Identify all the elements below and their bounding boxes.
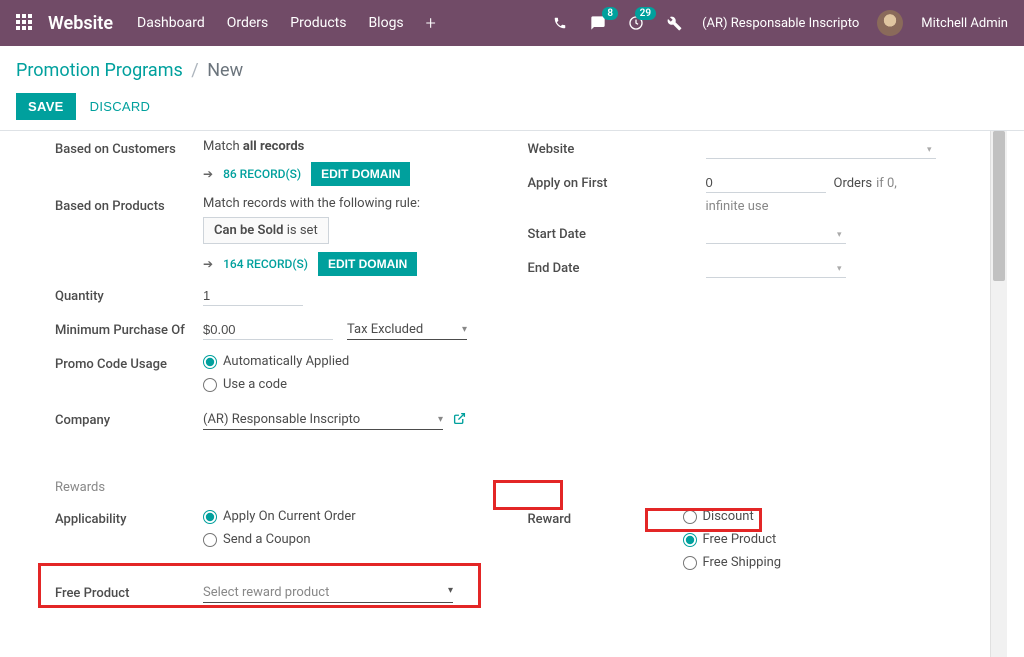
edit-domain-products-button[interactable]: EDIT DOMAIN [318,252,417,276]
section-title-rewards: Rewards [55,480,960,495]
nav-right: 8 29 (AR) Responsable Inscripto Mitchell… [550,10,1008,36]
save-button[interactable]: SAVE [16,93,76,120]
form-col-right: Website ▾ Apply on First Orders if 0, in… [528,139,961,444]
scrollbar[interactable] [990,131,1007,657]
radio-free-product[interactable] [683,533,697,547]
breadcrumb-parent[interactable]: Promotion Programs [16,60,183,81]
label-auto-applied: Automatically Applied [223,354,349,369]
apps-menu-icon[interactable] [16,14,34,32]
website-select[interactable]: ▾ [706,139,936,159]
avatar[interactable] [877,10,903,36]
tax-mode-select[interactable]: Tax Excluded▾ [347,320,467,340]
label-discount: Discount [703,509,754,524]
breadcrumb: Promotion Programs / New [16,60,1008,81]
value-based-customers: Match all records [203,139,488,154]
control-panel: Promotion Programs / New SAVE DISCARD [0,46,1024,131]
label-reward: Reward [528,509,683,527]
label-free-shipping: Free Shipping [703,555,782,570]
edit-domain-customers-button[interactable]: EDIT DOMAIN [311,162,410,186]
label-free-product: Free Product [55,583,203,601]
breadcrumb-current: New [207,60,243,81]
radio-use-code[interactable] [203,378,217,392]
label-min-purchase: Minimum Purchase Of [55,320,203,338]
label-send-coupon: Send a Coupon [223,532,311,547]
value-based-products: Match records with the following rule: [203,196,488,211]
nav-products[interactable]: Products [290,15,346,31]
label-start-date: Start Date [528,224,706,242]
form-col-left: Based on Customers Match all records ➔ 8… [55,139,488,444]
radio-free-shipping[interactable] [683,556,697,570]
apply-first-input[interactable] [706,173,826,193]
customers-record-count[interactable]: 86 RECORD(S) [223,167,301,181]
label-end-date: End Date [528,258,706,276]
breadcrumb-separator: / [191,60,198,81]
label-based-products: Based on Products [55,196,203,214]
activity-icon[interactable]: 29 [626,13,646,33]
label-promo-code: Promo Code Usage [55,354,203,372]
user-menu[interactable]: Mitchell Admin [921,16,1008,31]
label-free-product-option: Free Product [703,532,777,547]
radio-apply-current[interactable] [203,510,217,524]
apply-first-help2: infinite use [706,199,961,214]
nav-new-icon[interactable]: + [426,13,436,34]
label-website: Website [528,139,706,157]
start-date-input[interactable]: ▾ [706,224,846,244]
chat-badge: 8 [602,7,618,20]
quantity-input[interactable] [203,286,303,306]
company-select[interactable]: (AR) Responsable Inscripto▾ [203,410,443,430]
label-use-code: Use a code [223,377,287,392]
chat-icon[interactable]: 8 [588,13,608,33]
apply-first-suffix: Orders [834,176,873,191]
label-apply-current: Apply On Current Order [223,509,356,524]
products-record-count[interactable]: 164 RECORD(S) [223,257,308,271]
radio-send-coupon[interactable] [203,533,217,547]
form-sheet: Based on Customers Match all records ➔ 8… [0,131,990,657]
arrow-right-icon: ➔ [203,167,213,181]
nav-links: Dashboard Orders Products Blogs + [137,13,436,34]
min-purchase-input[interactable] [203,320,333,340]
activity-badge: 29 [635,7,656,20]
radio-discount[interactable] [683,510,697,524]
domain-rule-tag: Can be Sold is set [203,217,329,244]
apply-first-help1: if 0, [876,176,897,191]
phone-icon[interactable] [550,13,570,33]
nav-blogs[interactable]: Blogs [368,15,403,31]
external-link-icon[interactable] [453,412,466,429]
label-quantity: Quantity [55,286,203,304]
label-applicability: Applicability [55,509,203,527]
label-based-customers: Based on Customers [55,139,203,157]
tools-icon[interactable] [664,13,684,33]
free-product-select[interactable]: Select reward product▾ [203,583,453,603]
app-brand[interactable]: Website [48,13,113,34]
arrow-right-icon: ➔ [203,257,213,271]
company-selector[interactable]: (AR) Responsable Inscripto [702,16,859,31]
label-apply-first: Apply on First [528,173,706,191]
end-date-input[interactable]: ▾ [706,258,846,278]
label-company: Company [55,410,203,428]
scrollbar-thumb[interactable] [993,131,1005,281]
nav-dashboard[interactable]: Dashboard [137,15,205,31]
top-navbar: Website Dashboard Orders Products Blogs … [0,0,1024,46]
discard-button[interactable]: DISCARD [90,99,151,114]
radio-auto-applied[interactable] [203,355,217,369]
nav-orders[interactable]: Orders [227,15,269,31]
